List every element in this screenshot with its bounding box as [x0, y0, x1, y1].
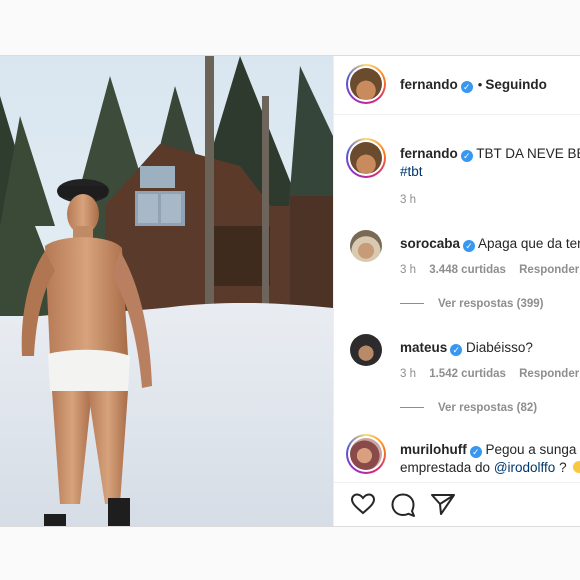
emoji-icon — [573, 461, 580, 473]
verified-badge-icon: ✓ — [463, 240, 476, 252]
caption-text: TBT DA NEVE BB — [476, 146, 580, 161]
comment-likes[interactable]: 3.448 curtidas — [429, 264, 506, 276]
comment-time[interactable]: 3 h — [400, 368, 416, 380]
commenter-username[interactable]: mateus — [400, 340, 447, 355]
comment-text: Diabéisso? — [466, 340, 533, 355]
commenter-avatar[interactable] — [350, 230, 382, 262]
caption-time[interactable]: 3 h — [400, 194, 416, 206]
author-username[interactable]: fernando — [400, 77, 458, 92]
view-replies-button[interactable]: Ver respostas (399) — [400, 298, 543, 310]
comment-text: Apaga que da ter — [478, 236, 580, 251]
commenter-avatar[interactable] — [346, 434, 386, 474]
view-replies-label: Ver respostas (82) — [438, 402, 538, 414]
replies-divider — [400, 407, 424, 409]
reply-button[interactable]: Responder — [519, 368, 579, 380]
heart-icon[interactable] — [350, 492, 376, 516]
post-photo[interactable] — [0, 56, 333, 526]
following-button[interactable]: Seguindo — [485, 77, 547, 92]
verified-badge-icon: ✓ — [460, 81, 473, 93]
paper-plane-icon[interactable] — [430, 492, 456, 516]
mention-link[interactable]: @irodolffo — [494, 460, 556, 475]
verified-badge-icon: ✓ — [469, 446, 482, 458]
comment-time[interactable]: 3 h — [400, 264, 416, 276]
comment-text: Pegou a sunga — [485, 442, 577, 457]
commenter-username[interactable]: murilohuff — [400, 442, 467, 457]
separator-dot: • — [477, 77, 483, 92]
post-sidebar: fernando ✓ • Seguindo fernando ✓ TBT DA NEVE… — [333, 56, 580, 526]
verified-badge-icon: ✓ — [450, 344, 463, 356]
caption-username[interactable]: fernando — [400, 146, 458, 161]
reply-button[interactable]: Responder — [519, 264, 579, 276]
action-bar — [334, 482, 580, 526]
commenter-avatar[interactable] — [350, 334, 382, 366]
instagram-post: fernando ✓ • Seguindo fernando ✓ TBT DA NEVE… — [0, 55, 580, 527]
verified-badge-icon: ✓ — [460, 150, 473, 162]
caption-hashtag[interactable]: #tbt — [400, 164, 423, 179]
view-replies-label: Ver respostas (399) — [438, 298, 544, 310]
comment-text-suffix: ? — [555, 460, 567, 475]
commenter-username[interactable]: sorocaba — [400, 236, 460, 251]
caption-avatar[interactable] — [346, 138, 386, 178]
comment-likes[interactable]: 1.542 curtidas — [429, 368, 506, 380]
post-image — [0, 56, 333, 526]
author-avatar[interactable] — [346, 64, 386, 104]
view-replies-button[interactable]: Ver respostas (82) — [400, 402, 537, 414]
comment-text-continued: emprestada do — [400, 460, 494, 475]
comment-bubble-icon[interactable] — [390, 492, 416, 518]
post-header: fernando ✓ • Seguindo — [334, 56, 580, 115]
replies-divider — [400, 303, 424, 305]
